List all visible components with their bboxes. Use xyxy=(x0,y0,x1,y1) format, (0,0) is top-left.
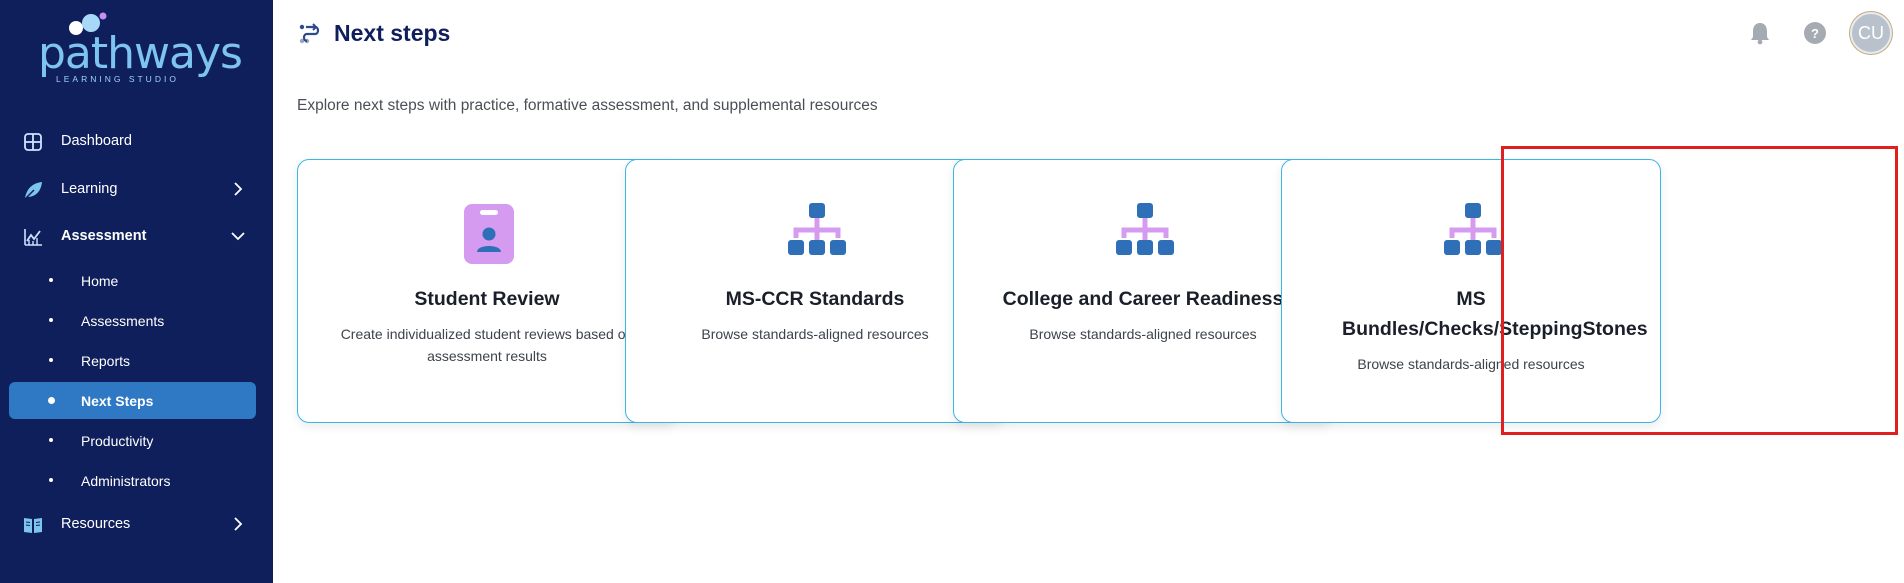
dashboard-icon xyxy=(24,133,42,151)
card-student-review[interactable]: Student Review Create individualized stu… xyxy=(297,159,677,423)
sidebar-subitem-home[interactable]: Home xyxy=(9,262,256,299)
sidebar-subitem-label: Assessments xyxy=(81,312,165,329)
sidebar-subitem-assessments[interactable]: Assessments xyxy=(9,302,256,339)
sidebar-item-learning[interactable]: Learning xyxy=(0,169,273,209)
card-description: Browse standards-aligned resources xyxy=(1029,326,1257,342)
card-college-career-readiness[interactable]: College and Career Readiness Browse stan… xyxy=(953,159,1333,423)
sidebar-subitem-label: Next Steps xyxy=(81,392,154,409)
sidebar-subitem-label: Administrators xyxy=(81,472,171,489)
main-content: Next steps ? CU Explore next steps with … xyxy=(273,0,1904,583)
logo-tagline: LEARNING STUDIO xyxy=(56,74,179,84)
page-subtitle: Explore next steps with practice, format… xyxy=(297,97,878,114)
pathways-logo[interactable]: pathways LEARNING STUDIO xyxy=(30,10,243,84)
bullet-icon xyxy=(48,397,55,404)
bullet-icon xyxy=(49,358,53,362)
highlight-box xyxy=(1501,146,1898,435)
bullet-icon xyxy=(49,438,53,442)
card-title: College and Career Readiness xyxy=(1002,288,1284,310)
sidebar-subitem-label: Home xyxy=(81,272,119,289)
leaf-icon xyxy=(24,182,42,200)
chevron-right-icon xyxy=(234,517,243,531)
user-avatar[interactable]: CU xyxy=(1850,12,1892,54)
sidebar-item-label: Dashboard xyxy=(61,133,132,149)
notifications-bell-icon[interactable] xyxy=(1749,21,1771,45)
sidebar-subitem-label: Productivity xyxy=(81,432,154,449)
card-description: Create individualized student reviews ba… xyxy=(340,326,634,364)
chevron-down-icon xyxy=(231,232,245,241)
sidebar-item-label: Resources xyxy=(61,516,131,532)
bullet-icon xyxy=(49,478,53,482)
sidebar-subitem-reports[interactable]: Reports xyxy=(9,342,256,379)
card-ms-ccr-standards[interactable]: MS-CCR Standards Browse standards-aligne… xyxy=(625,159,1005,423)
sidebar-item-label: Assessment xyxy=(61,228,147,244)
steps-icon xyxy=(299,23,320,44)
card-title: Student Review xyxy=(414,288,560,310)
card-title: MS-CCR Standards xyxy=(725,288,905,310)
card-description: Browse standards-aligned resources xyxy=(701,326,929,342)
sidebar-subitem-label: Reports xyxy=(81,352,131,369)
hierarchy-icon xyxy=(788,203,846,255)
bullet-icon xyxy=(49,318,53,322)
sidebar: pathways LEARNING STUDIO Dashboard Learn… xyxy=(0,0,273,583)
sidebar-subitem-administrators[interactable]: Administrators xyxy=(9,462,256,499)
help-icon[interactable]: ? xyxy=(1804,22,1826,44)
chevron-right-icon xyxy=(234,182,243,196)
sidebar-item-assessment[interactable]: Assessment xyxy=(0,216,273,256)
sidebar-item-dashboard[interactable]: Dashboard xyxy=(0,121,273,161)
id-badge-icon xyxy=(464,204,514,264)
sidebar-item-resources[interactable]: Resources xyxy=(0,504,273,544)
sidebar-item-label: Learning xyxy=(61,181,118,197)
page-title: Next steps xyxy=(334,20,451,46)
sidebar-subitem-next-steps[interactable]: Next Steps xyxy=(9,382,256,419)
book-icon xyxy=(24,518,42,533)
bullet-icon xyxy=(49,278,53,282)
logo-wordmark: pathways xyxy=(38,28,243,79)
hierarchy-icon xyxy=(1444,203,1502,255)
hierarchy-icon xyxy=(1116,203,1174,255)
chart-line-icon xyxy=(24,229,42,246)
sidebar-subitem-productivity[interactable]: Productivity xyxy=(9,422,256,459)
